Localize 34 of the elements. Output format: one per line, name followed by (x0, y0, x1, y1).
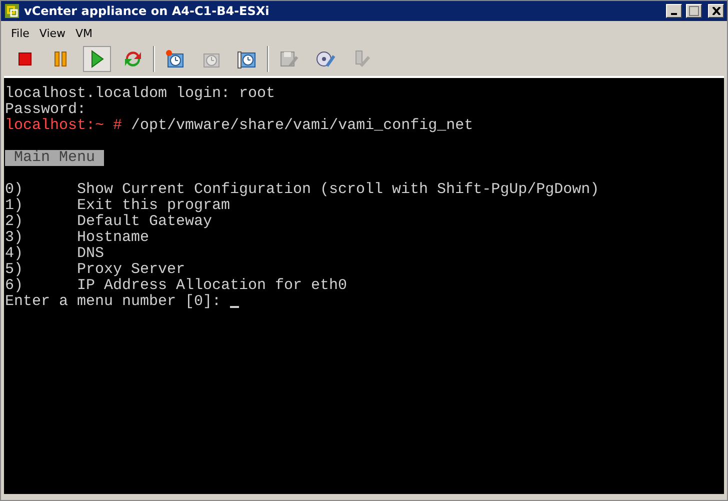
item-number: 6) (5, 278, 24, 294)
menu-option: Exit this program (77, 198, 230, 214)
close-icon (712, 7, 720, 15)
minimize-button[interactable] (666, 4, 682, 18)
console-text: localhost.localdom login: root (5, 86, 276, 102)
item-number: 2) (5, 214, 24, 230)
menu-option: Show Current Configuration (scroll with Shift-PgUp/PgDown) (77, 182, 600, 198)
window-title: vCenter appliance on A4-C1-B4-ESXi (24, 4, 270, 18)
menu-option: DNS (77, 246, 104, 262)
text-cursor (230, 306, 240, 308)
item-number: 1) (5, 198, 24, 214)
menu-item[interactable]: File (7, 26, 34, 40)
menu-item[interactable]: VM (72, 26, 97, 40)
menu-item[interactable]: View (35, 26, 70, 40)
maximize-icon (689, 6, 699, 16)
command-text: /opt/vmware/share/vami/vami_config_net (131, 118, 474, 134)
menu-option: Proxy Server (77, 262, 186, 278)
console-text: Password: (5, 102, 86, 118)
close-button[interactable] (708, 4, 724, 18)
item-number: 4) (5, 246, 24, 262)
menu-header: Main Menu (5, 150, 104, 166)
app-icon (4, 3, 20, 19)
play-button[interactable] (83, 46, 111, 72)
menu-option: IP Address Allocation for eth0 (77, 278, 348, 294)
menu-option: Hostname (77, 230, 150, 246)
shell-prompt: localhost:~ # (5, 118, 122, 134)
input-prompt: Enter a menu number [0]: (5, 294, 222, 310)
clock-icon (164, 48, 186, 70)
item-number: 0) (5, 182, 24, 198)
console-screen[interactable] (4, 76, 724, 494)
item-number: 5) (5, 262, 24, 278)
item-number: 3) (5, 230, 24, 246)
menu-option: Default Gateway (77, 214, 212, 230)
maximize-button[interactable] (686, 4, 702, 18)
